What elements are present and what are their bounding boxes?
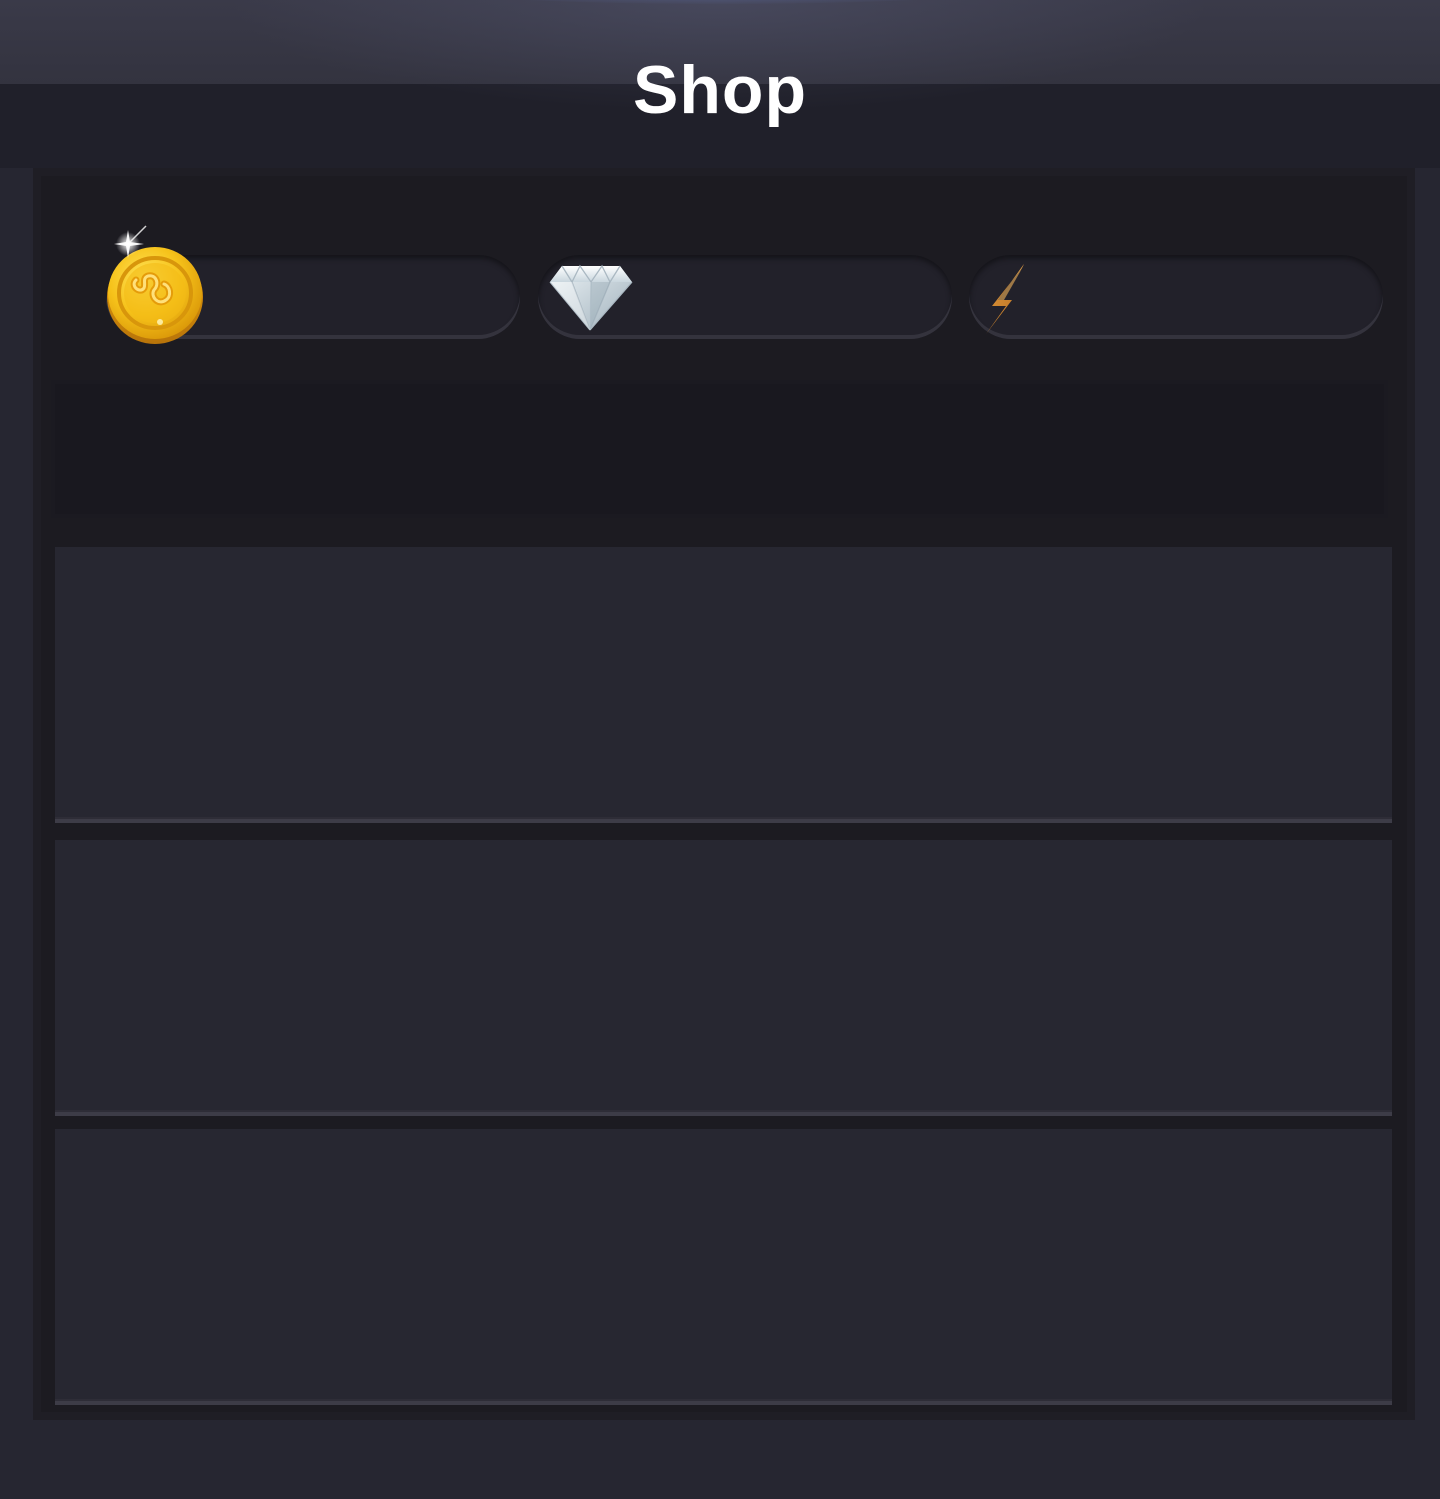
page-title: Shop: [633, 52, 807, 128]
shop-item-card[interactable]: [55, 547, 1392, 823]
header-bar: Shop: [0, 0, 1440, 168]
energy-balance-pill[interactable]: [969, 255, 1383, 339]
shop-screen: Shop: [0, 0, 1440, 1499]
lightning-bolt-icon: [982, 262, 1028, 336]
shop-item-card[interactable]: [55, 1129, 1392, 1405]
shop-banner[interactable]: [51, 380, 1388, 518]
diamond-icon: [546, 262, 636, 332]
shop-item-card[interactable]: [55, 840, 1392, 1116]
gold-coin-icon: [100, 222, 212, 346]
